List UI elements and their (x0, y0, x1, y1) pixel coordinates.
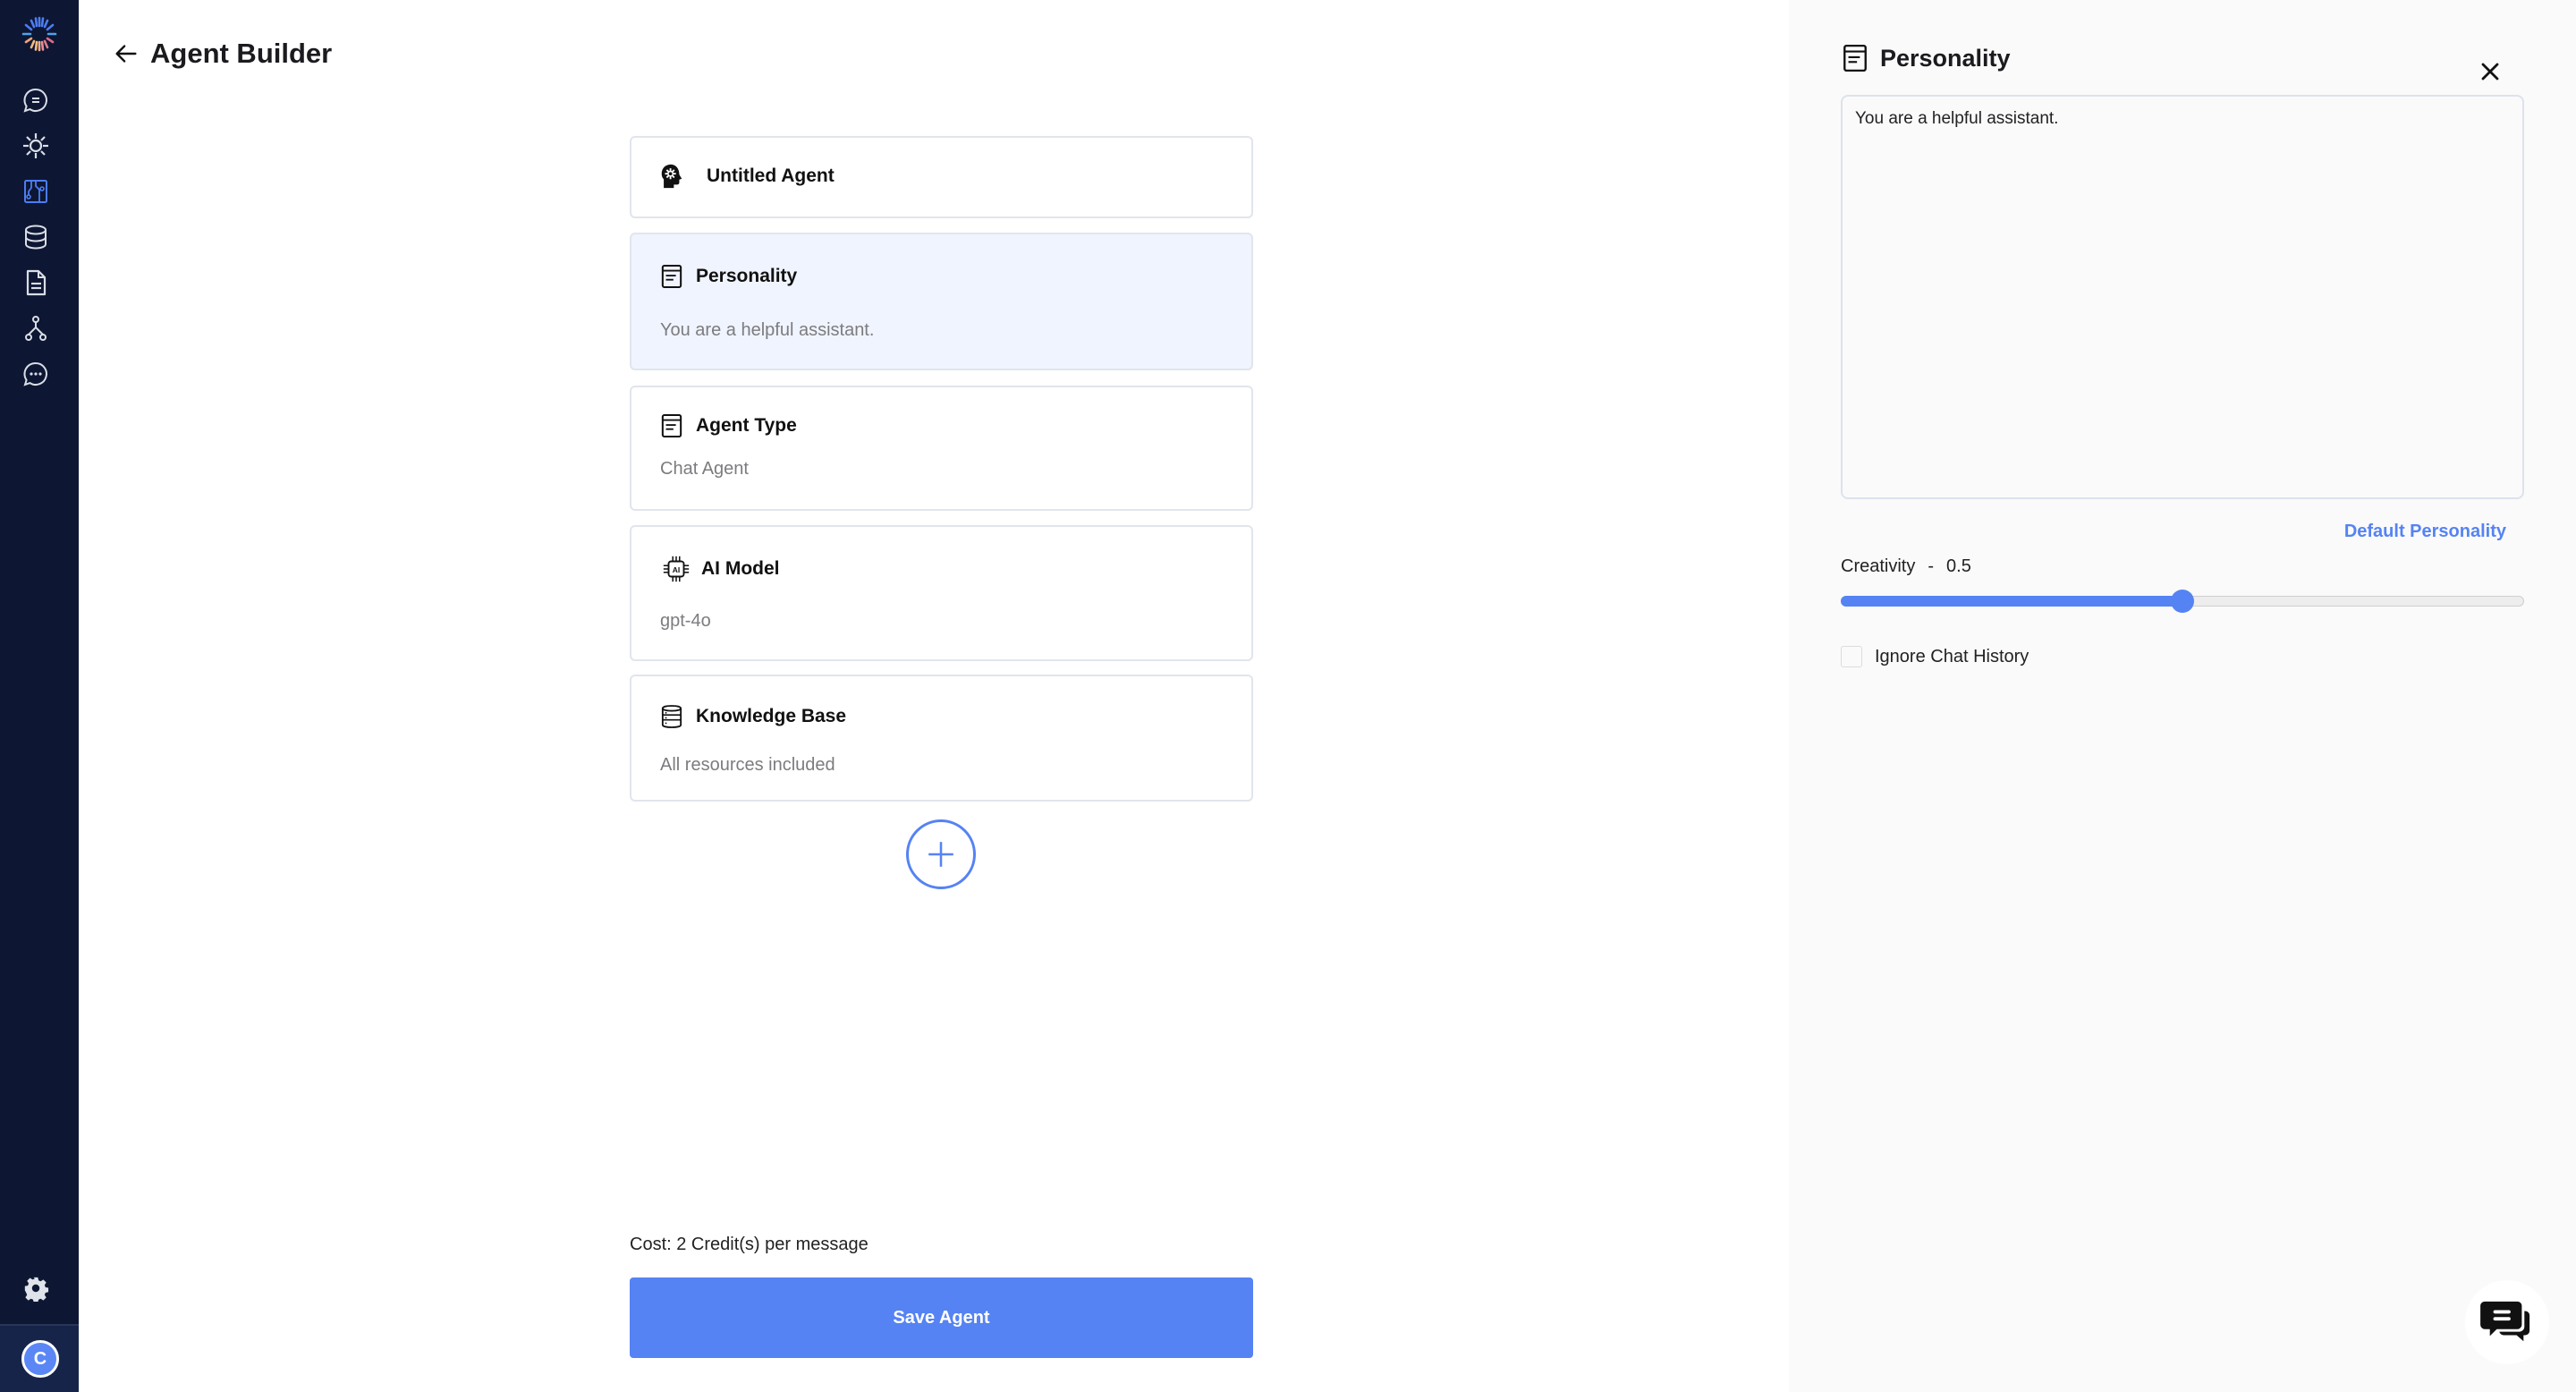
back-button[interactable] (111, 38, 141, 69)
ai-chip-icon: AI (658, 556, 694, 582)
circuit-board-icon (24, 180, 47, 203)
default-personality-link[interactable]: Default Personality (2344, 522, 2506, 542)
gear-icon (24, 1277, 49, 1302)
chat-bubble-icon (23, 88, 47, 113)
user-section: C (0, 1324, 79, 1392)
chat-bubbles-icon (2480, 1301, 2530, 1342)
card-ai-model[interactable]: AI AI Model gpt-4o (630, 525, 1253, 661)
document-lines-icon (658, 412, 685, 439)
close-panel-button[interactable] (2476, 57, 2504, 86)
support-chat-button[interactable] (2465, 1280, 2549, 1364)
sidebar-item-workflows[interactable] (20, 312, 52, 344)
sun-icon (23, 133, 48, 158)
sidebar-item-conversations[interactable] (20, 358, 52, 390)
sidebar-item-agent-builder[interactable] (20, 175, 52, 208)
slider-thumb[interactable] (2171, 590, 2194, 613)
creativity-label-text: Creativity (1841, 556, 1916, 576)
panel-title: Personality (1880, 44, 2011, 72)
creativity-value: 0.5 (1946, 556, 1971, 576)
database-list-icon (658, 703, 685, 730)
page-title: Agent Builder (150, 38, 333, 69)
svg-text:AI: AI (673, 565, 681, 574)
plus-icon (928, 842, 953, 867)
logo-icon (21, 16, 57, 52)
card-title: Agent Type (696, 415, 797, 436)
sidebar-item-documents[interactable] (20, 267, 52, 299)
card-title: Knowledge Base (696, 706, 847, 726)
document-icon (26, 269, 47, 296)
sidebar-item-database[interactable] (20, 221, 52, 253)
card-subtitle: Chat Agent (660, 459, 749, 479)
cost-text: Cost: 2 Credit(s) per message (630, 1235, 869, 1254)
card-personality[interactable]: Personality You are a helpful assistant. (630, 233, 1253, 370)
card-agent-type[interactable]: Agent Type Chat Agent (630, 386, 1253, 511)
personality-prompt-input[interactable] (1841, 95, 2524, 499)
card-knowledge-base[interactable]: Knowledge Base All resources included (630, 675, 1253, 802)
sidebar-item-integrations[interactable] (20, 130, 52, 162)
close-icon (2481, 63, 2499, 81)
card-subtitle: You are a helpful assistant. (660, 320, 875, 340)
card-agent-name[interactable]: Untitled Agent (630, 136, 1253, 218)
add-block-button[interactable] (906, 819, 976, 889)
card-subtitle: All resources included (660, 755, 835, 775)
save-agent-button[interactable]: Save Agent (630, 1277, 1253, 1358)
sidebar-item-chat[interactable] (20, 84, 52, 116)
sidebar: C (0, 0, 79, 1392)
arrow-left-icon (115, 45, 137, 63)
chat-dots-icon (23, 361, 47, 386)
flow-icon (25, 316, 47, 341)
card-title: Untitled Agent (707, 166, 835, 186)
ignore-chat-history-option[interactable]: Ignore Chat History (1841, 646, 2029, 667)
creativity-label: Creativity -0.5 (1841, 556, 1971, 577)
card-subtitle: gpt-4o (660, 611, 711, 631)
personality-panel: Personality Default Personality Creativi… (1789, 0, 2576, 1392)
document-lines-icon (1841, 43, 1869, 73)
avatar[interactable]: C (21, 1340, 59, 1378)
document-lines-icon (658, 263, 685, 290)
brand-logo[interactable] (18, 13, 61, 55)
page-header: Agent Builder (111, 32, 332, 75)
sidebar-settings-button[interactable] (20, 1272, 52, 1304)
card-title: AI Model (701, 558, 780, 579)
ignore-chat-history-label: Ignore Chat History (1875, 646, 2029, 666)
slider-fill (1841, 596, 2182, 607)
creativity-separator: - (1928, 556, 1935, 576)
database-icon (25, 225, 47, 250)
creativity-slider[interactable] (1841, 590, 2524, 613)
card-title: Personality (696, 266, 798, 286)
ignore-chat-history-checkbox[interactable] (1841, 646, 1862, 667)
head-gear-icon (658, 163, 685, 190)
